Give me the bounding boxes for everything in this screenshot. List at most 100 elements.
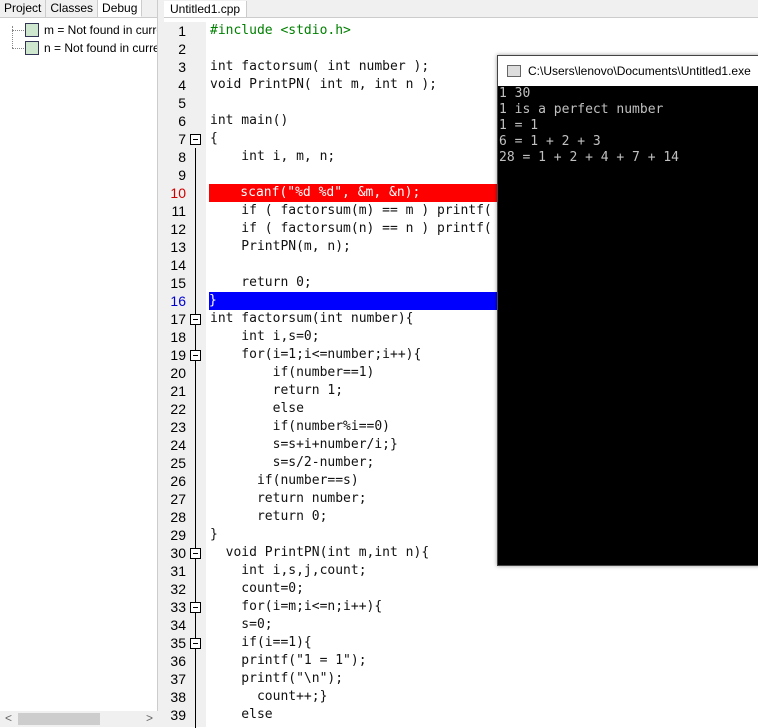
line-number[interactable]: 12 [164,220,186,238]
line-number[interactable]: 18 [164,328,186,346]
line-number[interactable]: 19 [164,346,186,364]
line-number[interactable]: 1 [164,22,186,40]
left-panel-tabs: Project Classes Debug [0,0,157,18]
code-text: return 1; [210,383,344,398]
line-number[interactable]: 24 [164,436,186,454]
line-number[interactable]: 14 [164,256,186,274]
code-text: s=s+i+number/i;} [210,437,398,452]
tab-debug[interactable]: Debug [98,0,143,17]
console-app-icon [507,65,521,77]
line-number[interactable]: 31 [164,562,186,580]
code-line[interactable]: 36 printf("1 = 1"); [164,652,758,670]
code-text: else [210,707,273,722]
fold-toggle-icon[interactable] [190,548,201,559]
console-line: 1 = 1 [499,118,539,133]
code-text: return number; [210,491,367,506]
tab-classes[interactable]: Classes [46,0,99,17]
code-text: count=0; [210,581,304,596]
code-text: printf("\n"); [210,671,344,686]
line-number[interactable]: 37 [164,670,186,688]
console-line: 6 = 1 + 2 + 3 [499,134,601,149]
code-text: int i, m, n; [210,149,336,164]
code-line[interactable]: 37 printf("\n"); [164,670,758,688]
code-text: else [210,401,304,416]
line-number[interactable]: 17 [164,310,186,328]
line-number[interactable]: 35 [164,634,186,652]
tab-untitled1-cpp[interactable]: Untitled1.cpp [164,1,248,17]
line-number[interactable]: 32 [164,580,186,598]
code-text: if(number==s) [210,473,359,488]
code-text: for(i=m;i<=n;i++){ [210,599,383,614]
watch-item-m[interactable]: m = Not found in current context [0,21,157,39]
line-number[interactable]: 2 [164,40,186,58]
code-line[interactable]: 1 #include <stdio.h> [164,22,758,40]
fold-toggle-icon[interactable] [190,134,201,145]
code-line[interactable]: 39 else [164,706,758,724]
code-text: if(number==1) [210,365,375,380]
scrollbar-thumb[interactable] [18,713,100,725]
code-text: if(number%i==0) [210,419,391,434]
line-number[interactable]: 7 [164,130,186,148]
line-number[interactable]: 33 [164,598,186,616]
line-number[interactable]: 13 [164,238,186,256]
line-number[interactable]: 25 [164,454,186,472]
line-number[interactable]: 9 [164,166,186,184]
line-number[interactable]: 15 [164,274,186,292]
line-number[interactable]: 34 [164,616,186,634]
line-number[interactable]: 4 [164,76,186,94]
console-title-bar[interactable]: C:\Users\lenovo\Documents\Untitled1.exe [498,56,758,86]
fold-toggle-icon[interactable] [190,638,201,649]
line-number[interactable]: 6 [164,112,186,130]
code-text: int main() [210,113,289,128]
line-number[interactable]: 38 [164,688,186,706]
code-text: if(i==1){ [210,635,312,650]
code-text: return 0; [210,275,312,290]
line-number[interactable]: 23 [164,418,186,436]
line-number[interactable]: 30 [164,544,186,562]
watch-item-n[interactable]: n = Not found in current context [0,39,157,57]
code-text: void PrintPN(int m,int n){ [210,545,430,560]
line-number[interactable]: 28 [164,508,186,526]
line-number[interactable]: 22 [164,400,186,418]
code-line[interactable]: 38 count++;} [164,688,758,706]
code-text: PrintPN(m, n); [210,239,351,254]
fold-toggle-icon[interactable] [190,350,201,361]
line-number[interactable]: 26 [164,472,186,490]
code-text: } [210,527,218,542]
code-text: int i,s=0; [210,329,320,344]
watch-variable-icon [25,41,39,55]
fold-toggle-icon[interactable] [190,314,201,325]
line-number[interactable]: 36 [164,652,186,670]
code-line[interactable]: 33 for(i=m;i<=n;i++){ [164,598,758,616]
line-number[interactable]: 5 [164,94,186,112]
left-panel: Project Classes Debug m = Not found in c… [0,0,158,727]
console-window[interactable]: C:\Users\lenovo\Documents\Untitled1.exe … [497,55,758,566]
code-text: s=s/2-number; [210,455,375,470]
code-line[interactable]: 34 s=0; [164,616,758,634]
scroll-left-arrow[interactable]: < [5,711,12,725]
line-number[interactable]: 20 [164,364,186,382]
editor-tabs: Untitled1.cpp [164,0,758,18]
line-number[interactable]: 3 [164,58,186,76]
tab-project[interactable]: Project [0,0,47,17]
code-text: return 0; [210,509,328,524]
line-number[interactable]: 39 [164,706,186,724]
scroll-right-arrow[interactable]: > [146,711,153,725]
code-text: int factorsum( int number ); [210,59,430,74]
line-number[interactable]: 11 [164,202,186,220]
horizontal-scrollbar[interactable]: < > [0,711,158,727]
console-line: 28 = 1 + 2 + 4 + 7 + 14 [499,150,680,165]
code-text: { [210,131,218,146]
code-line[interactable]: 35 if(i==1){ [164,634,758,652]
line-number[interactable]: 10 [164,184,186,202]
line-number[interactable]: 29 [164,526,186,544]
line-number[interactable]: 16 [164,292,186,310]
code-text: for(i=1;i<=number;i++){ [210,347,422,362]
code-text: void PrintPN( int m, int n ); [210,77,437,92]
fold-toggle-icon[interactable] [190,602,201,613]
line-number[interactable]: 27 [164,490,186,508]
code-line[interactable]: 32 count=0; [164,580,758,598]
console-title: C:\Users\lenovo\Documents\Untitled1.exe [528,64,751,78]
line-number[interactable]: 8 [164,148,186,166]
line-number[interactable]: 21 [164,382,186,400]
